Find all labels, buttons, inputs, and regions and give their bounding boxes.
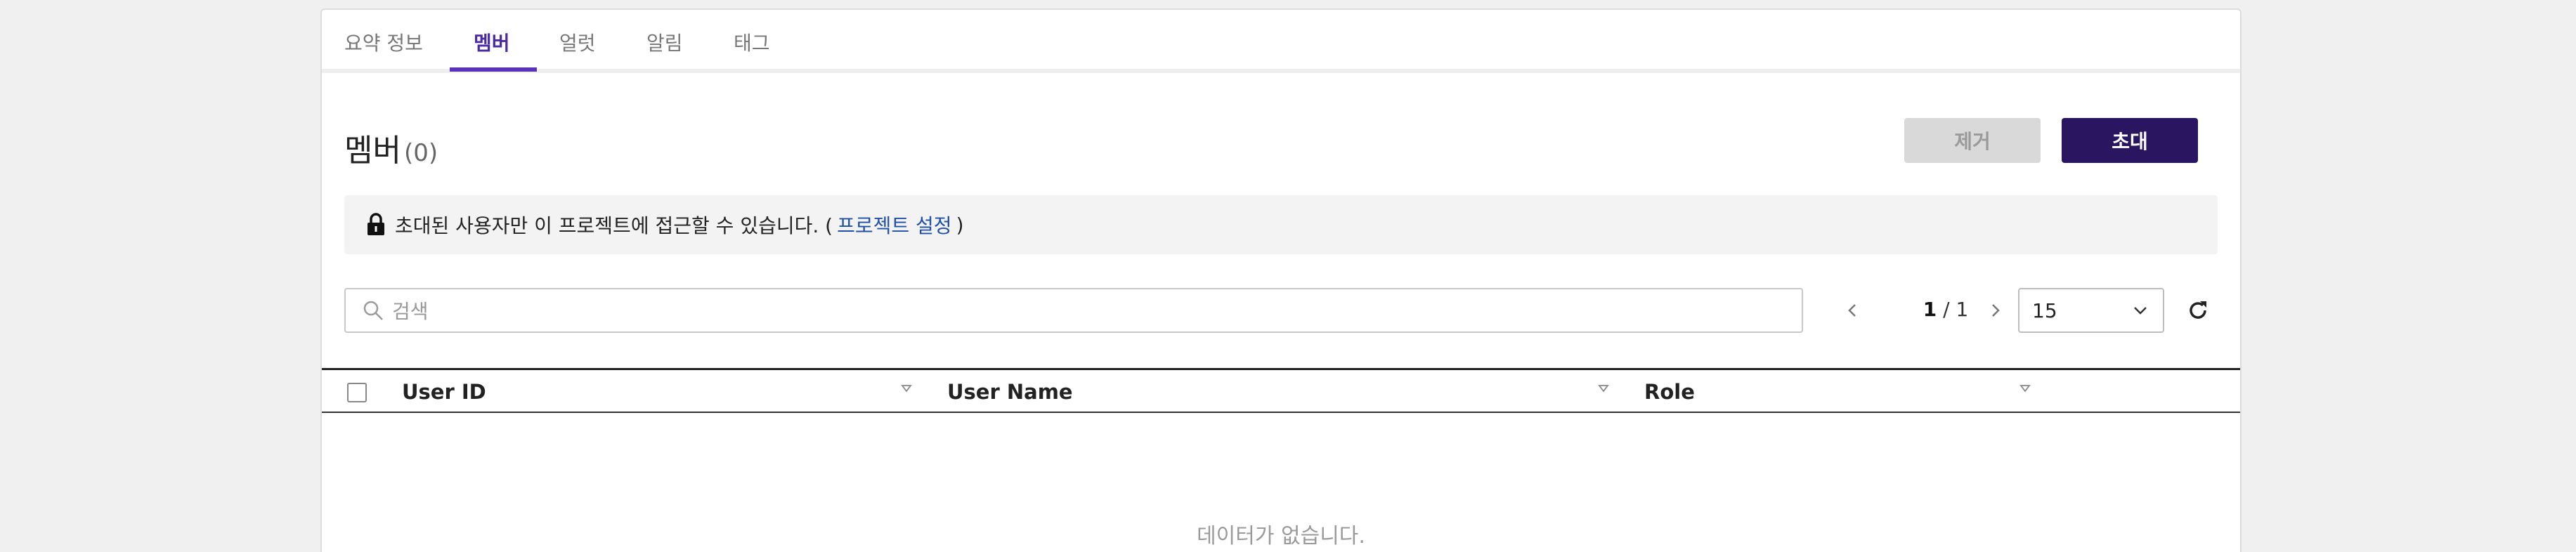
notice-text: 초대된 사용자만 이 프로젝트에 접근할 수 있습니다. ( [395,214,833,237]
member-count: (0) [403,139,438,167]
invite-button[interactable]: 초대 [2062,118,2198,163]
page-size-value: 15 [2032,298,2057,322]
page-separator: / [1937,298,1956,321]
chevron-down-icon [2134,307,2147,315]
lock-icon [367,213,384,235]
chevron-left-icon [1848,304,1856,317]
refresh-icon [2190,301,2206,319]
active-tab-indicator [450,67,537,72]
remove-button[interactable]: 제거 [1904,118,2041,163]
search-input[interactable]: 검색 [392,296,429,324]
prev-page-button[interactable] [1840,298,1865,323]
sort-icon[interactable] [2018,381,2032,395]
current-page: 1 [1923,298,1937,321]
page-title-text: 멤버 [344,133,401,169]
notice-close-paren: ) [956,213,964,237]
page-title: 멤버 (0) [344,125,438,170]
page-size-select[interactable]: 15 [2018,288,2164,333]
access-notice: 초대된 사용자만 이 프로젝트에 접근할 수 있습니다. ( 프로젝트 설정 ) [344,195,2218,254]
sort-icon[interactable] [1596,381,1611,395]
sort-icon[interactable] [899,381,913,395]
tab-alerts[interactable]: 얼럿 [559,28,596,56]
next-page-button[interactable] [1983,298,2008,323]
tab-members[interactable]: 멤버 [474,28,510,56]
select-all-checkbox[interactable] [347,383,367,402]
column-header-user-name[interactable]: User Name [947,380,1073,404]
empty-table-message: 데이터가 없습니다. [1197,524,1365,548]
column-header-user-id[interactable]: User ID [402,380,486,404]
chevron-right-icon [1992,304,2000,317]
column-header-role[interactable]: Role [1644,380,1695,404]
search-field[interactable]: 검색 [344,288,1803,333]
search-icon [363,301,383,320]
total-pages: 1 [1956,298,1969,321]
tab-bar: 요약 정보 멤버 얼럿 알림 태그 [322,10,2240,73]
table-header: User ID User Name Role [322,368,2240,413]
project-settings-link[interactable]: 프로젝트 설정 [837,211,951,239]
project-panel: 요약 정보 멤버 얼럿 알림 태그 멤버 (0) 제거 초대 초대된 사용자만 이… [320,8,2242,552]
tab-tags[interactable]: 태그 [734,28,770,56]
tab-summary[interactable]: 요약 정보 [344,28,423,56]
tab-notifications[interactable]: 알림 [646,28,683,56]
refresh-button[interactable] [2184,296,2212,324]
